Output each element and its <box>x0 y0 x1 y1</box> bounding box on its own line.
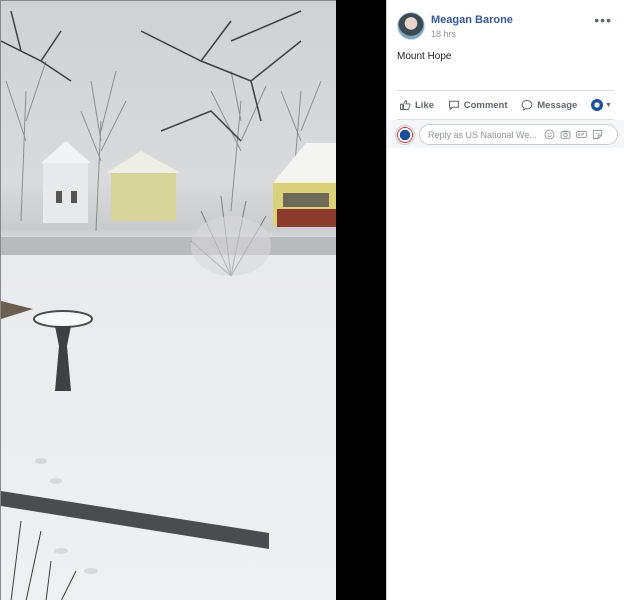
reply-input[interactable] <box>428 129 540 140</box>
message-icon <box>521 100 533 111</box>
like-icon <box>400 100 411 110</box>
chevron-down-icon: ▼ <box>605 101 612 109</box>
act-as-selector[interactable]: ▼ <box>591 99 612 111</box>
post-header: Meagan Barone 18 hrs ••• <box>397 12 616 42</box>
message-label: Message <box>537 99 578 111</box>
emoji-icon[interactable] <box>543 128 556 141</box>
gif-icon[interactable] <box>575 128 588 141</box>
page-logo-icon <box>591 99 604 111</box>
message-button[interactable]: Message <box>521 99 577 111</box>
post-photo[interactable] <box>0 0 336 600</box>
post-timestamp[interactable]: 18 hrs <box>431 29 456 39</box>
more-options-icon[interactable]: ••• <box>594 12 612 28</box>
snow-scene-image <box>1 10 336 600</box>
like-button[interactable]: Like <box>399 99 434 111</box>
like-label: Like <box>415 99 435 111</box>
post-side-panel: Meagan Barone 18 hrs ••• Mount Hope Like… <box>386 0 624 600</box>
author-name-link[interactable]: Meagan Barone <box>431 14 513 26</box>
nws-page-avatar <box>395 125 415 145</box>
comment-icon <box>448 100 459 111</box>
post-caption: Mount Hope <box>397 51 452 62</box>
author-avatar[interactable] <box>397 12 425 40</box>
camera-icon[interactable] <box>559 128 572 141</box>
reply-box[interactable] <box>419 124 618 145</box>
post-actions-bar: Like Comment Message ▼ <box>397 90 614 120</box>
comment-label: Comment <box>463 99 508 111</box>
sticker-icon[interactable] <box>591 128 604 141</box>
reply-composer <box>387 120 624 148</box>
comment-button[interactable]: Comment <box>448 99 508 111</box>
lightbox-gap <box>336 0 386 600</box>
